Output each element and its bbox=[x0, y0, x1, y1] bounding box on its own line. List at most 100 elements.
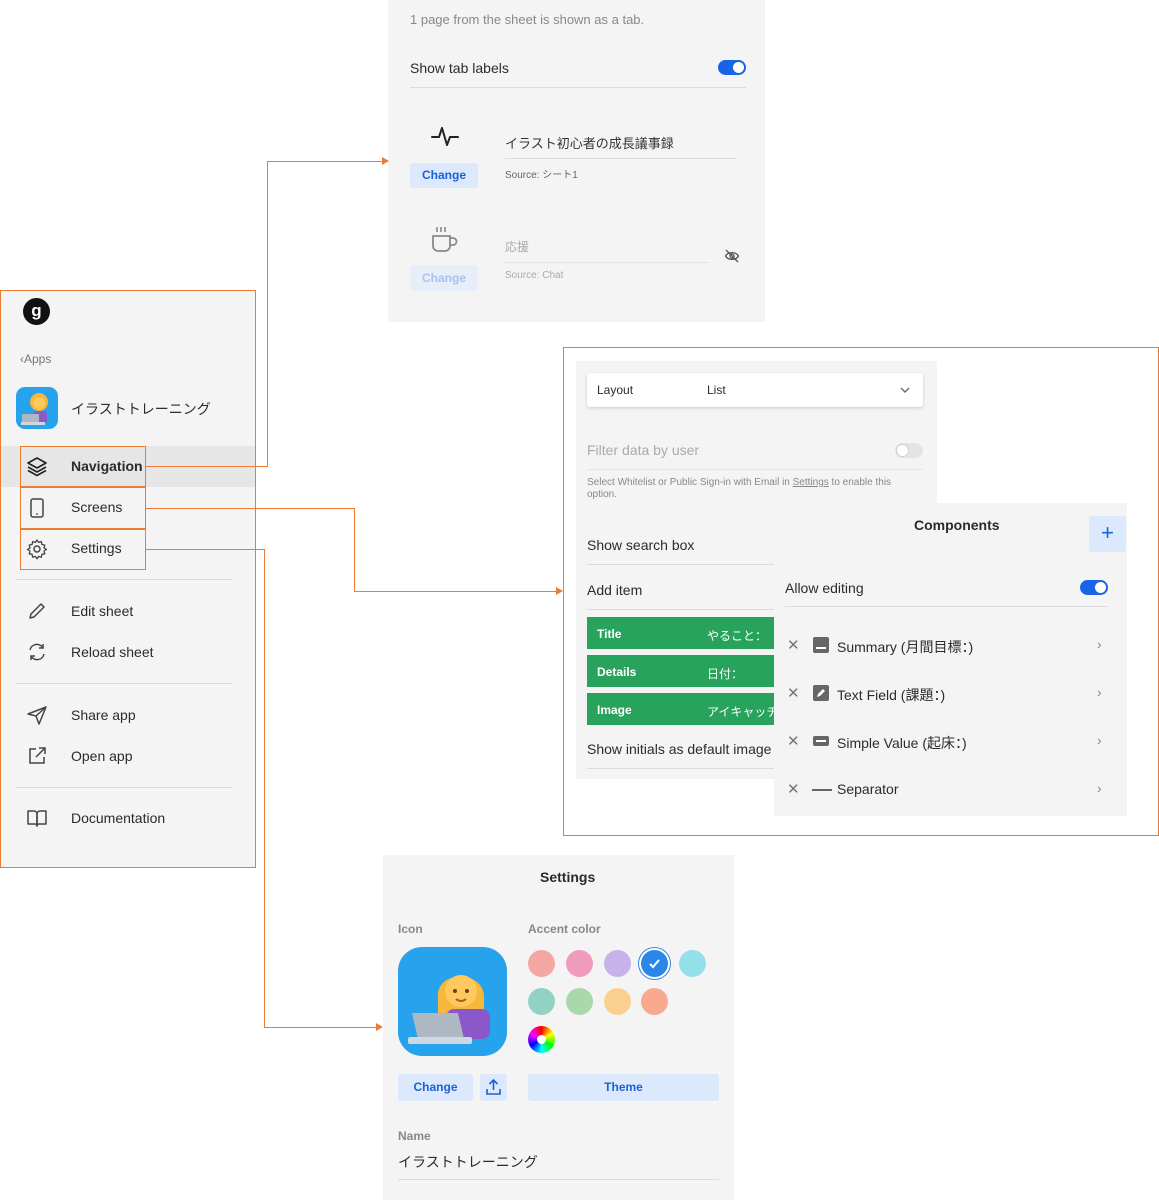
list-item-title[interactable]: Title やること： bbox=[587, 617, 774, 649]
annotation-line bbox=[267, 161, 382, 162]
annotation-line bbox=[146, 466, 267, 467]
annotation-line bbox=[146, 508, 354, 509]
chevron-right-icon: › bbox=[1097, 732, 1102, 748]
filter-note: Select Whitelist or Public Sign-in with … bbox=[587, 477, 892, 500]
plus-icon: + bbox=[1101, 520, 1114, 545]
tab1-name[interactable]: イラスト初心者の成長議事録 bbox=[505, 133, 674, 152]
app-name: イラストトレーニング bbox=[71, 401, 211, 417]
accent-color-swatch[interactable] bbox=[604, 950, 631, 977]
annotation-line bbox=[354, 591, 556, 592]
annotation-line bbox=[146, 549, 264, 550]
annotation-line bbox=[264, 549, 265, 1028]
tab2-source: Source: Chat bbox=[505, 270, 564, 281]
sidebar-item-share-app[interactable]: Share app bbox=[71, 707, 136, 723]
book-icon bbox=[27, 810, 47, 827]
summary-icon bbox=[813, 637, 829, 653]
annotation-line bbox=[354, 508, 355, 592]
chevron-right-icon: › bbox=[1097, 636, 1102, 652]
accent-color-swatch-selected[interactable] bbox=[641, 950, 668, 977]
remove-simple-value-icon[interactable]: ✕ bbox=[787, 732, 800, 750]
components-panel bbox=[774, 503, 1127, 816]
accent-color-swatch[interactable] bbox=[679, 950, 706, 977]
accent-color-swatch[interactable] bbox=[528, 988, 555, 1015]
annotation-line bbox=[264, 1027, 376, 1028]
tab1-change-button[interactable]: Change bbox=[410, 163, 478, 188]
separator-icon bbox=[812, 789, 832, 791]
layout-label: Layout bbox=[597, 383, 634, 397]
upload-icon-button[interactable] bbox=[480, 1074, 507, 1101]
pencil-icon bbox=[29, 603, 45, 619]
tab1-source: Source: シート1 bbox=[505, 170, 578, 181]
allow-editing-toggle[interactable] bbox=[1080, 580, 1108, 595]
add-component-button[interactable]: + bbox=[1089, 516, 1126, 552]
accent-color-label: Accent color bbox=[528, 922, 601, 936]
chevron-right-icon: › bbox=[1097, 780, 1102, 796]
back-to-apps-link[interactable]: ‹Apps bbox=[20, 352, 51, 366]
eye-off-icon[interactable] bbox=[724, 248, 740, 264]
name-label: Name bbox=[398, 1129, 431, 1143]
text-field-icon bbox=[813, 685, 829, 701]
phone-icon bbox=[30, 498, 44, 518]
remove-text-field-icon[interactable]: ✕ bbox=[787, 684, 800, 702]
app-icon bbox=[16, 387, 58, 429]
annotation-arrow bbox=[556, 587, 563, 595]
annotation-arrow bbox=[382, 157, 389, 165]
component-summary[interactable]: Summary (月間目標：) bbox=[837, 637, 973, 657]
send-icon bbox=[27, 706, 47, 725]
tab2-name[interactable]: 応援 bbox=[505, 238, 529, 255]
sidebar-item-label-navigation: Navigation bbox=[71, 458, 143, 474]
app-logo[interactable]: g bbox=[23, 298, 50, 325]
annotation-line bbox=[267, 161, 268, 467]
chevron-right-icon: › bbox=[1097, 684, 1102, 700]
check-icon bbox=[649, 959, 660, 969]
sidebar-item-edit-sheet[interactable]: Edit sheet bbox=[71, 603, 133, 619]
show-tab-labels-label: Show tab labels bbox=[410, 60, 509, 76]
settings-link[interactable]: Settings bbox=[793, 477, 829, 488]
show-tab-labels-toggle[interactable] bbox=[718, 60, 746, 75]
settings-title: Settings bbox=[540, 869, 596, 885]
change-icon-button[interactable]: Change bbox=[398, 1074, 473, 1101]
icon-label: Icon bbox=[398, 922, 423, 936]
remove-separator-icon[interactable]: ✕ bbox=[787, 780, 800, 798]
name-input[interactable]: イラストトレーニング bbox=[398, 1152, 538, 1172]
chevron-down-icon bbox=[900, 387, 910, 393]
component-text-field[interactable]: Text Field (課題：) bbox=[837, 685, 945, 705]
layers-icon bbox=[27, 457, 47, 477]
components-title: Components bbox=[914, 517, 1000, 533]
list-item-image[interactable]: Image アイキャッチ bbox=[587, 693, 774, 725]
component-simple-value[interactable]: Simple Value (起床：) bbox=[837, 733, 967, 753]
annotation-arrow bbox=[376, 1023, 383, 1031]
accent-color-swatch[interactable] bbox=[641, 988, 668, 1015]
sidebar-item-reload-sheet[interactable]: Reload sheet bbox=[71, 644, 154, 660]
tab2-change-button[interactable]: Change bbox=[410, 265, 478, 291]
show-search-box-label: Show search box bbox=[587, 537, 695, 553]
tabs-panel: 1 page from the sheet is shown as a tab.… bbox=[388, 0, 765, 322]
theme-button[interactable]: Theme bbox=[528, 1074, 719, 1101]
custom-color-wheel-icon[interactable] bbox=[528, 1026, 555, 1053]
accent-color-swatch[interactable] bbox=[566, 950, 593, 977]
simple-value-icon bbox=[813, 736, 829, 746]
layout-value: List bbox=[707, 383, 726, 397]
accent-color-swatch[interactable] bbox=[566, 988, 593, 1015]
coffee-cup-icon bbox=[432, 227, 458, 252]
list-item-details[interactable]: Details 日付： bbox=[587, 655, 774, 687]
filter-data-toggle[interactable] bbox=[895, 443, 923, 458]
accent-color-swatch[interactable] bbox=[528, 950, 555, 977]
tabs-description: 1 page from the sheet is shown as a tab. bbox=[410, 12, 645, 27]
sidebar-item-label-settings: Settings bbox=[71, 540, 122, 556]
upload-icon bbox=[486, 1078, 501, 1095]
gear-icon bbox=[26, 539, 48, 560]
layout-select[interactable]: Layout List bbox=[587, 373, 923, 407]
add-item-label: Add item bbox=[587, 582, 643, 598]
allow-editing-label: Allow editing bbox=[785, 580, 864, 596]
filter-data-label: Filter data by user bbox=[587, 442, 700, 458]
external-link-icon bbox=[29, 747, 46, 764]
app-icon-large[interactable] bbox=[398, 947, 507, 1056]
activity-pulse-icon bbox=[431, 127, 459, 146]
show-initials-label: Show initials as default image bbox=[587, 741, 772, 757]
remove-summary-icon[interactable]: ✕ bbox=[787, 636, 800, 654]
accent-color-swatch[interactable] bbox=[604, 988, 631, 1015]
sidebar-item-documentation[interactable]: Documentation bbox=[71, 810, 165, 826]
sidebar-item-open-app[interactable]: Open app bbox=[71, 748, 133, 764]
component-separator[interactable]: Separator bbox=[837, 781, 898, 797]
